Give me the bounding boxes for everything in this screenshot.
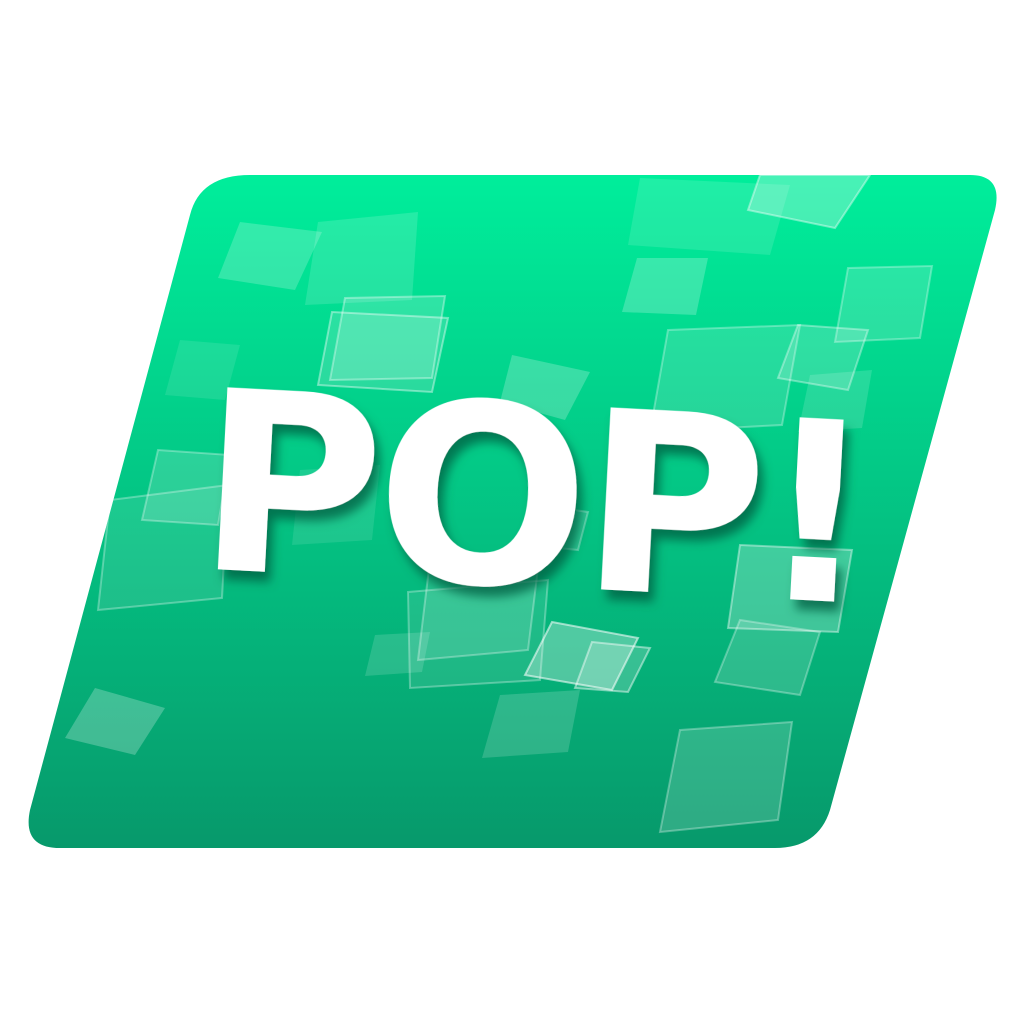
logo-text: POP!: [192, 336, 875, 662]
confetti-square: [305, 212, 418, 305]
confetti-square: [622, 258, 708, 315]
pop-logo: POP!: [28, 175, 997, 848]
confetti-square: [658, 720, 794, 834]
app-icon: POP!: [0, 0, 1024, 1024]
confetti-square: [628, 178, 790, 255]
